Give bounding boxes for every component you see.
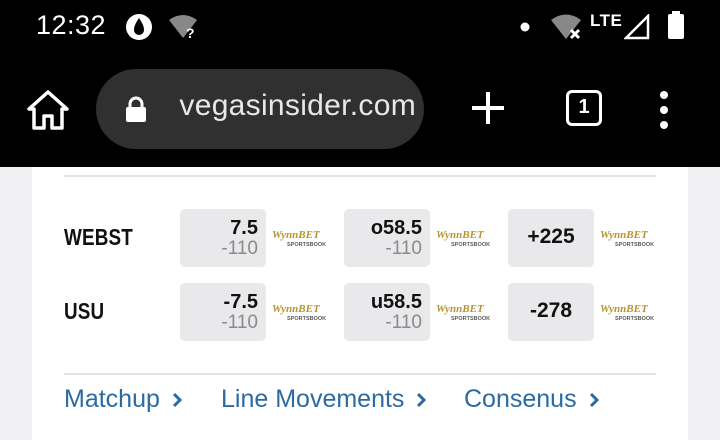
matchup-link-label: Matchup xyxy=(64,385,160,413)
tab-switcher-button[interactable]: 1 xyxy=(566,90,602,126)
wynnbet-logo-text: WynnBET xyxy=(436,303,485,315)
tab-count: 1 xyxy=(578,96,590,118)
lock-icon xyxy=(126,96,146,122)
top-divider xyxy=(64,175,656,177)
spread-odds-button[interactable]: -7.5 -110 xyxy=(180,283,266,341)
data-saver-icon xyxy=(126,14,152,40)
spread-price: -110 xyxy=(221,312,258,333)
matchup-links: Matchup Line Movements Consenus xyxy=(64,385,664,425)
lte-label: LTE xyxy=(590,11,623,30)
team-name: USU xyxy=(64,298,105,324)
matchup-link[interactable]: Matchup xyxy=(64,385,182,414)
total-odds-button[interactable]: u58.5 -110 xyxy=(344,283,430,341)
wynnbet-logo-text: WynnBET xyxy=(272,303,321,315)
home-icon[interactable] xyxy=(26,88,70,132)
wynnbet-logo: WynnBET SPORTSBOOK xyxy=(272,303,326,322)
browser-toolbar: vegasinsider.com 1 xyxy=(0,52,720,167)
wynnbet-tagline: SPORTSBOOK xyxy=(451,316,490,322)
moneyline: +225 xyxy=(527,225,575,248)
wynnbet-tagline: SPORTSBOOK xyxy=(287,242,326,248)
wynnbet-logo: WynnBET SPORTSBOOK xyxy=(600,303,654,322)
more-vert-icon[interactable] xyxy=(652,88,676,132)
plus-icon[interactable] xyxy=(468,88,508,128)
line-movements-link[interactable]: Line Movements xyxy=(221,385,427,414)
line-movements-link-label: Line Movements xyxy=(221,385,405,413)
bottom-divider xyxy=(64,373,656,375)
battery-icon xyxy=(668,11,684,39)
spread-line: 7.5 xyxy=(230,217,258,239)
signal-icon xyxy=(624,14,650,40)
wynnbet-logo-text: WynnBET xyxy=(600,303,649,315)
wynnbet-tagline: SPORTSBOOK xyxy=(615,316,654,322)
total-odds-button[interactable]: o58.5 -110 xyxy=(344,209,430,267)
wynnbet-logo: WynnBET SPORTSBOOK xyxy=(272,229,326,248)
moneyline-odds-button[interactable]: +225 xyxy=(508,209,594,267)
status-bar: 12:32 ? LTE xyxy=(0,0,720,52)
team-name: WEBST xyxy=(64,224,133,250)
wynnbet-tagline: SPORTSBOOK xyxy=(287,316,326,322)
svg-text:?: ? xyxy=(186,25,195,40)
dot-icon xyxy=(520,22,530,32)
total-line: o58.5 xyxy=(370,217,422,239)
spread-price: -110 xyxy=(221,238,258,259)
wynnbet-logo: WynnBET SPORTSBOOK xyxy=(436,229,490,248)
chevron-right-icon xyxy=(589,393,599,408)
url-text: vegasinsider.com xyxy=(179,89,416,122)
wynnbet-logo-text: WynnBET xyxy=(600,229,649,241)
chevron-right-icon xyxy=(172,393,182,408)
wynnbet-logo-text: WynnBET xyxy=(436,229,485,241)
wynnbet-tagline: SPORTSBOOK xyxy=(615,242,654,248)
spread-line: -7.5 xyxy=(223,291,258,313)
chevron-right-icon xyxy=(417,393,427,408)
wynnbet-tagline: SPORTSBOOK xyxy=(451,242,490,248)
clock: 12:32 xyxy=(36,10,107,40)
spread-odds-button[interactable]: 7.5 -110 xyxy=(180,209,266,267)
wynnbet-logo: WynnBET SPORTSBOOK xyxy=(600,229,654,248)
total-price: -110 xyxy=(385,312,422,333)
wynnbet-logo: WynnBET SPORTSBOOK xyxy=(436,303,490,322)
wifi-off-icon xyxy=(551,14,581,40)
total-price: -110 xyxy=(385,238,422,259)
odds-card: WEBST 7.5 -110 WynnBET SPORTSBOOK o58.5 … xyxy=(32,167,688,440)
moneyline-odds-button[interactable]: -278 xyxy=(508,283,594,341)
total-line: u58.5 xyxy=(370,291,422,313)
moneyline: -278 xyxy=(529,299,573,322)
consensus-link[interactable]: Consenus xyxy=(464,385,599,414)
consensus-link-label: Consenus xyxy=(464,385,577,413)
wifi-unknown-icon: ? xyxy=(169,15,197,40)
address-bar[interactable]: vegasinsider.com xyxy=(96,69,424,149)
wynnbet-logo-text: WynnBET xyxy=(272,229,321,241)
